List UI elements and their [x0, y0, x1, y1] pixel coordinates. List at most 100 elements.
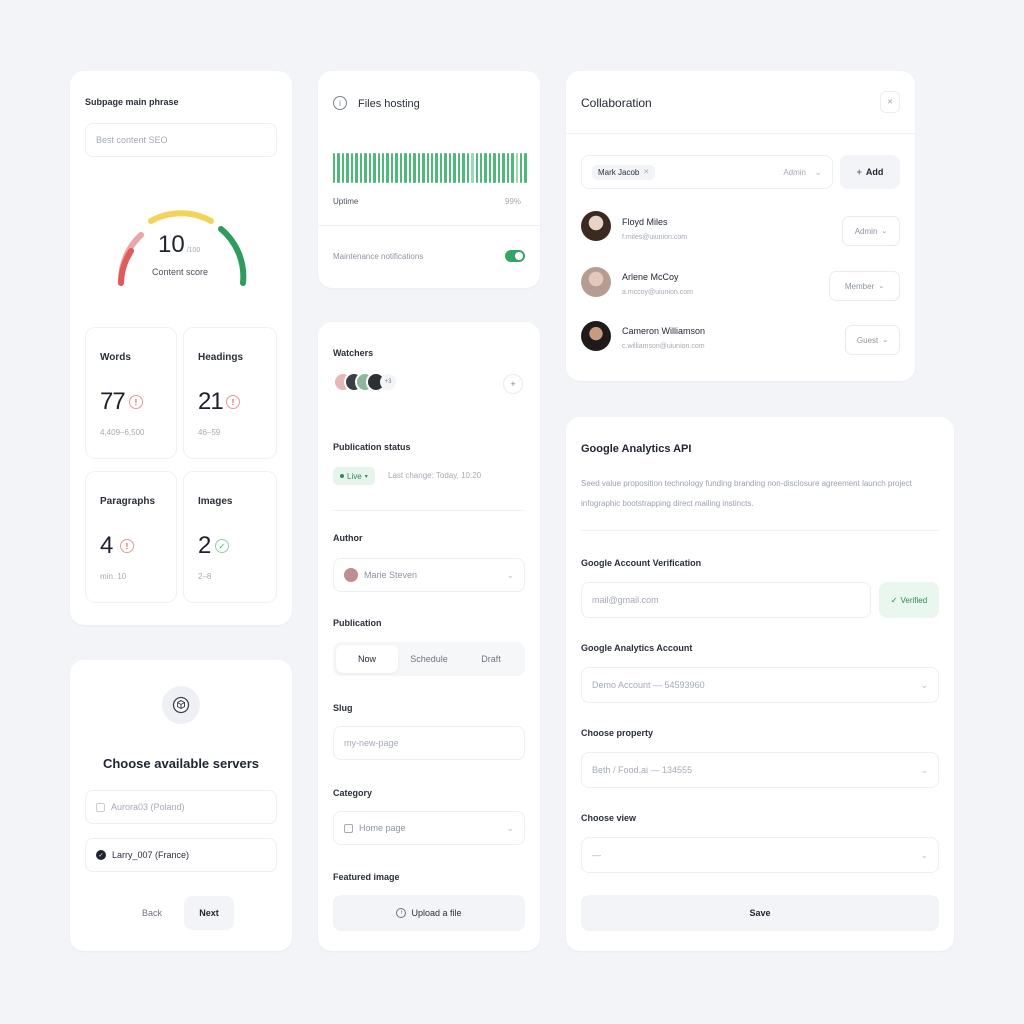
uptime-bar	[408, 153, 412, 183]
seo-phrase-input[interactable]: Best content SEO	[85, 123, 277, 157]
next-button[interactable]: Next	[184, 896, 234, 930]
chevron-down-icon: ⌄	[814, 166, 822, 177]
uptime-bar	[444, 153, 447, 183]
uptime-bar	[453, 153, 456, 183]
uptime-bars	[333, 153, 527, 183]
plus-icon: +	[856, 167, 862, 177]
member-role-select[interactable]: Guest ⌄	[845, 325, 900, 355]
uptime-bar	[368, 153, 372, 183]
server-option-label: Aurora03 (Poland)	[111, 802, 185, 812]
hosting-divider	[318, 225, 540, 226]
stat-value: 77	[100, 388, 126, 415]
collaboration-card: Collaboration ✕ Mark Jacob ✕ Admin ⌄ + A…	[566, 71, 915, 381]
warning-icon: !	[120, 539, 134, 553]
member-role-select[interactable]: Member ⌄	[829, 271, 900, 301]
add-member-label: Add	[865, 167, 884, 177]
invite-chip-label: Mark Jacob	[598, 167, 640, 177]
google-email-placeholder: mail@gmail.com	[592, 595, 659, 605]
uptime-bar	[426, 153, 429, 183]
uptime-bar	[435, 153, 438, 183]
view-select[interactable]: — ⌄	[581, 837, 939, 873]
stat-value: 21	[198, 388, 224, 415]
member-role: Member	[844, 281, 875, 291]
content-score-label: Content score	[152, 267, 209, 277]
member-role-select[interactable]: Admin ⌄	[842, 216, 900, 246]
account-select[interactable]: Demo Account — 54593960 ⌄	[581, 667, 939, 703]
stat-tile-words: Words 77 ! 4,409–6,500	[85, 327, 177, 459]
add-member-button[interactable]: + Add	[840, 155, 900, 189]
invite-role[interactable]: Admin	[783, 168, 806, 177]
upload-file-button[interactable]: ↑ Upload a file	[333, 895, 525, 931]
check-icon: ✓	[890, 595, 898, 605]
publication-status-label: Publication status	[333, 442, 411, 452]
uptime-bar	[502, 153, 505, 183]
stat-title: Words	[100, 352, 131, 363]
member-email: f.miles@uiunion.com	[622, 234, 688, 241]
stat-title: Images	[198, 496, 233, 507]
server-option-larry[interactable]: ✓ Larry_007 (France)	[85, 838, 277, 872]
save-button[interactable]: Save	[581, 895, 939, 931]
back-button[interactable]: Back	[128, 896, 176, 930]
category-value: Home page	[359, 823, 406, 833]
chevron-down-icon: ⌄	[920, 764, 928, 775]
watchers-more[interactable]: +3	[380, 374, 396, 390]
slug-placeholder: my-new-page	[344, 738, 399, 748]
uptime-bar	[381, 153, 385, 183]
uptime-bar	[497, 153, 501, 183]
author-name: Marie Steven	[364, 570, 418, 580]
live-dot-icon	[340, 474, 344, 478]
warning-icon: !	[129, 395, 143, 409]
uptime-bar	[417, 153, 421, 183]
slug-input[interactable]: my-new-page	[333, 726, 525, 760]
upload-label: Upload a file	[411, 908, 462, 918]
stat-range: 46–59	[198, 428, 221, 437]
uptime-bar	[488, 153, 492, 183]
category-label: Category	[333, 788, 373, 798]
member-avatar	[581, 321, 611, 351]
chevron-down-icon: ▾	[364, 473, 368, 480]
uptime-bar	[355, 153, 358, 183]
stat-range: 2–8	[198, 572, 212, 581]
member-name: Arlene McCoy	[622, 272, 679, 282]
uptime-bar	[395, 153, 398, 183]
analytics-divider	[581, 530, 939, 531]
status-badge-label: Live	[347, 471, 362, 481]
server-option-aurora[interactable]: Aurora03 (Poland)	[85, 790, 277, 824]
uptime-bar	[430, 153, 434, 183]
warning-icon: !	[226, 395, 240, 409]
content-score-value: 10	[158, 231, 185, 258]
verification-label: Google Account Verification	[581, 558, 702, 568]
chevron-down-icon: ⌄	[506, 569, 514, 580]
status-badge[interactable]: Live ▾	[333, 467, 375, 485]
add-watcher-button[interactable]: +	[503, 374, 523, 394]
publication-option-now[interactable]: Now	[336, 645, 398, 673]
seo-phrase-label: Subpage main phrase	[85, 97, 179, 107]
stat-title: Headings	[198, 352, 244, 363]
member-role: Admin	[854, 226, 878, 236]
category-select[interactable]: Home page ⌄	[333, 811, 525, 845]
publication-option-draft[interactable]: Draft	[460, 645, 522, 673]
close-button[interactable]: ✕	[880, 91, 900, 113]
servers-card: Choose available servers Aurora03 (Polan…	[70, 660, 292, 951]
remove-chip-icon[interactable]: ✕	[643, 168, 649, 176]
uptime-bar	[386, 153, 389, 183]
uptime-bar	[484, 153, 487, 183]
maintenance-toggle[interactable]	[505, 250, 525, 262]
uptime-bar	[422, 153, 425, 183]
property-label: Choose property	[581, 728, 654, 738]
uptime-label: Uptime	[333, 197, 359, 206]
author-select[interactable]: Marie Steven ⌄	[333, 558, 525, 592]
member-role: Guest	[856, 335, 879, 345]
property-value: Beth / Food.ai — 134555	[592, 765, 693, 775]
uptime-bar	[479, 153, 483, 183]
google-email-input[interactable]: mail@gmail.com	[581, 582, 871, 618]
uptime-bar	[350, 153, 354, 183]
invite-input[interactable]: Mark Jacob ✕ Admin ⌄	[581, 155, 833, 189]
uptime-bar	[520, 153, 523, 183]
property-select[interactable]: Beth / Food.ai — 134555 ⌄	[581, 752, 939, 788]
uptime-value: 99%	[505, 197, 522, 206]
collab-divider	[566, 133, 915, 134]
stat-range: 4,409–6,500	[100, 428, 145, 437]
stat-range: min. 10	[100, 572, 127, 581]
publication-option-schedule[interactable]: Schedule	[398, 645, 460, 673]
